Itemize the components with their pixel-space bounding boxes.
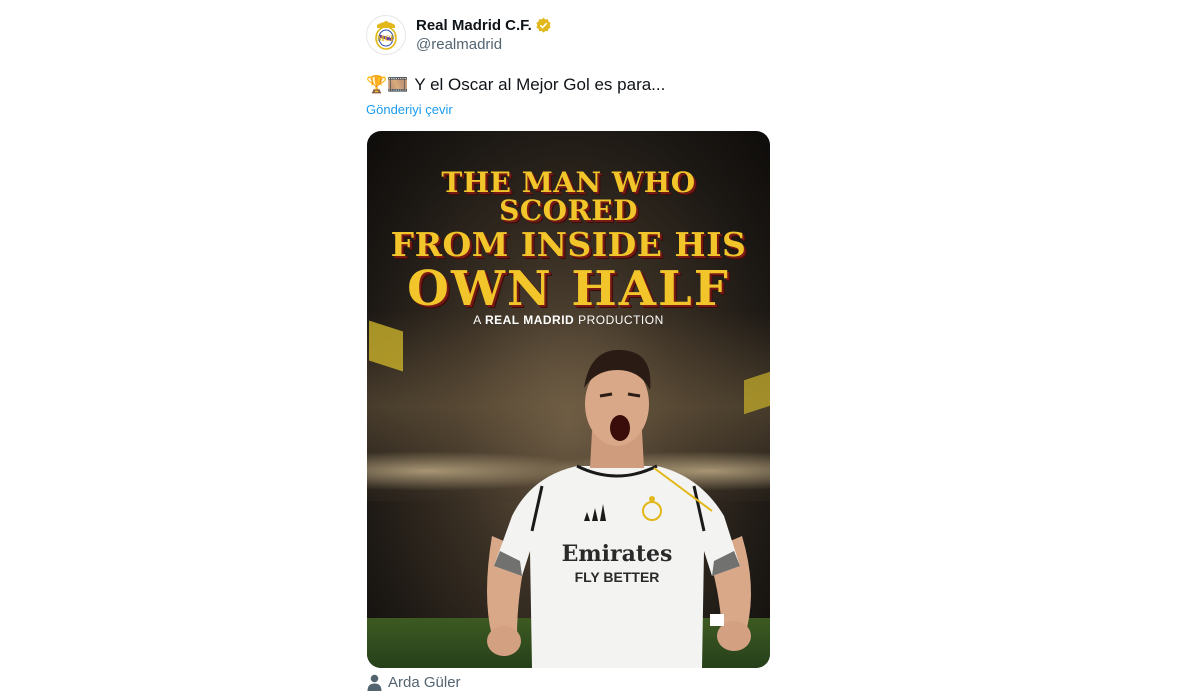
tweet-body: Y el Oscar al Mejor Gol es para... [414, 75, 666, 94]
svg-text:MCF: MCF [377, 34, 395, 43]
real-madrid-crest-icon: MCF [375, 21, 397, 50]
tweet-text: 🏆🎞️ Y el Oscar al Mejor Gol es para... [366, 74, 786, 96]
tagged-person-caption[interactable]: Arda Güler [367, 674, 461, 691]
sponsor-text-line-1: Emirates [562, 541, 673, 567]
tagged-person-name: Arda Güler [388, 674, 461, 691]
trophy-film-emoji: 🏆🎞️ [366, 75, 409, 94]
tweet: MCF Real Madrid C.F. @realmadrid 🏆🎞️ Y e… [366, 12, 786, 119]
poster-title-line-1: THE MAN WHO SCORED [441, 166, 696, 227]
poster-title: THE MAN WHO SCORED FROM INSIDE HIS OWN H… [367, 166, 770, 317]
poster-subtitle-prefix: A [473, 313, 482, 327]
player-figure: Emirates FLY BETTER [487, 349, 751, 668]
sponsor-text-line-2: FLY BETTER [575, 569, 660, 585]
poster-title-line-2: FROM INSIDE HIS [390, 225, 747, 264]
tweet-header: MCF Real Madrid C.F. @realmadrid [366, 12, 786, 58]
poster-subtitle: A REAL MADRID PRODUCTION [367, 313, 770, 327]
author-display-name[interactable]: Real Madrid C.F. [416, 17, 532, 34]
translate-post-link[interactable]: Gönderiyi çevir [366, 102, 453, 117]
avatar[interactable]: MCF [366, 15, 406, 55]
verified-badge-icon[interactable] [535, 17, 552, 34]
tweet-media-image[interactable]: THE MAN WHO SCORED FROM INSIDE HIS OWN H… [367, 131, 770, 668]
author-handle[interactable]: @realmadrid [416, 36, 552, 53]
person-icon [367, 674, 382, 691]
poster-subtitle-brand: REAL MADRID [484, 313, 575, 327]
poster-subtitle-suffix: PRODUCTION [578, 313, 664, 327]
poster-title-line-3: OWN HALF [407, 261, 730, 317]
author-names: Real Madrid C.F. @realmadrid [416, 17, 552, 53]
